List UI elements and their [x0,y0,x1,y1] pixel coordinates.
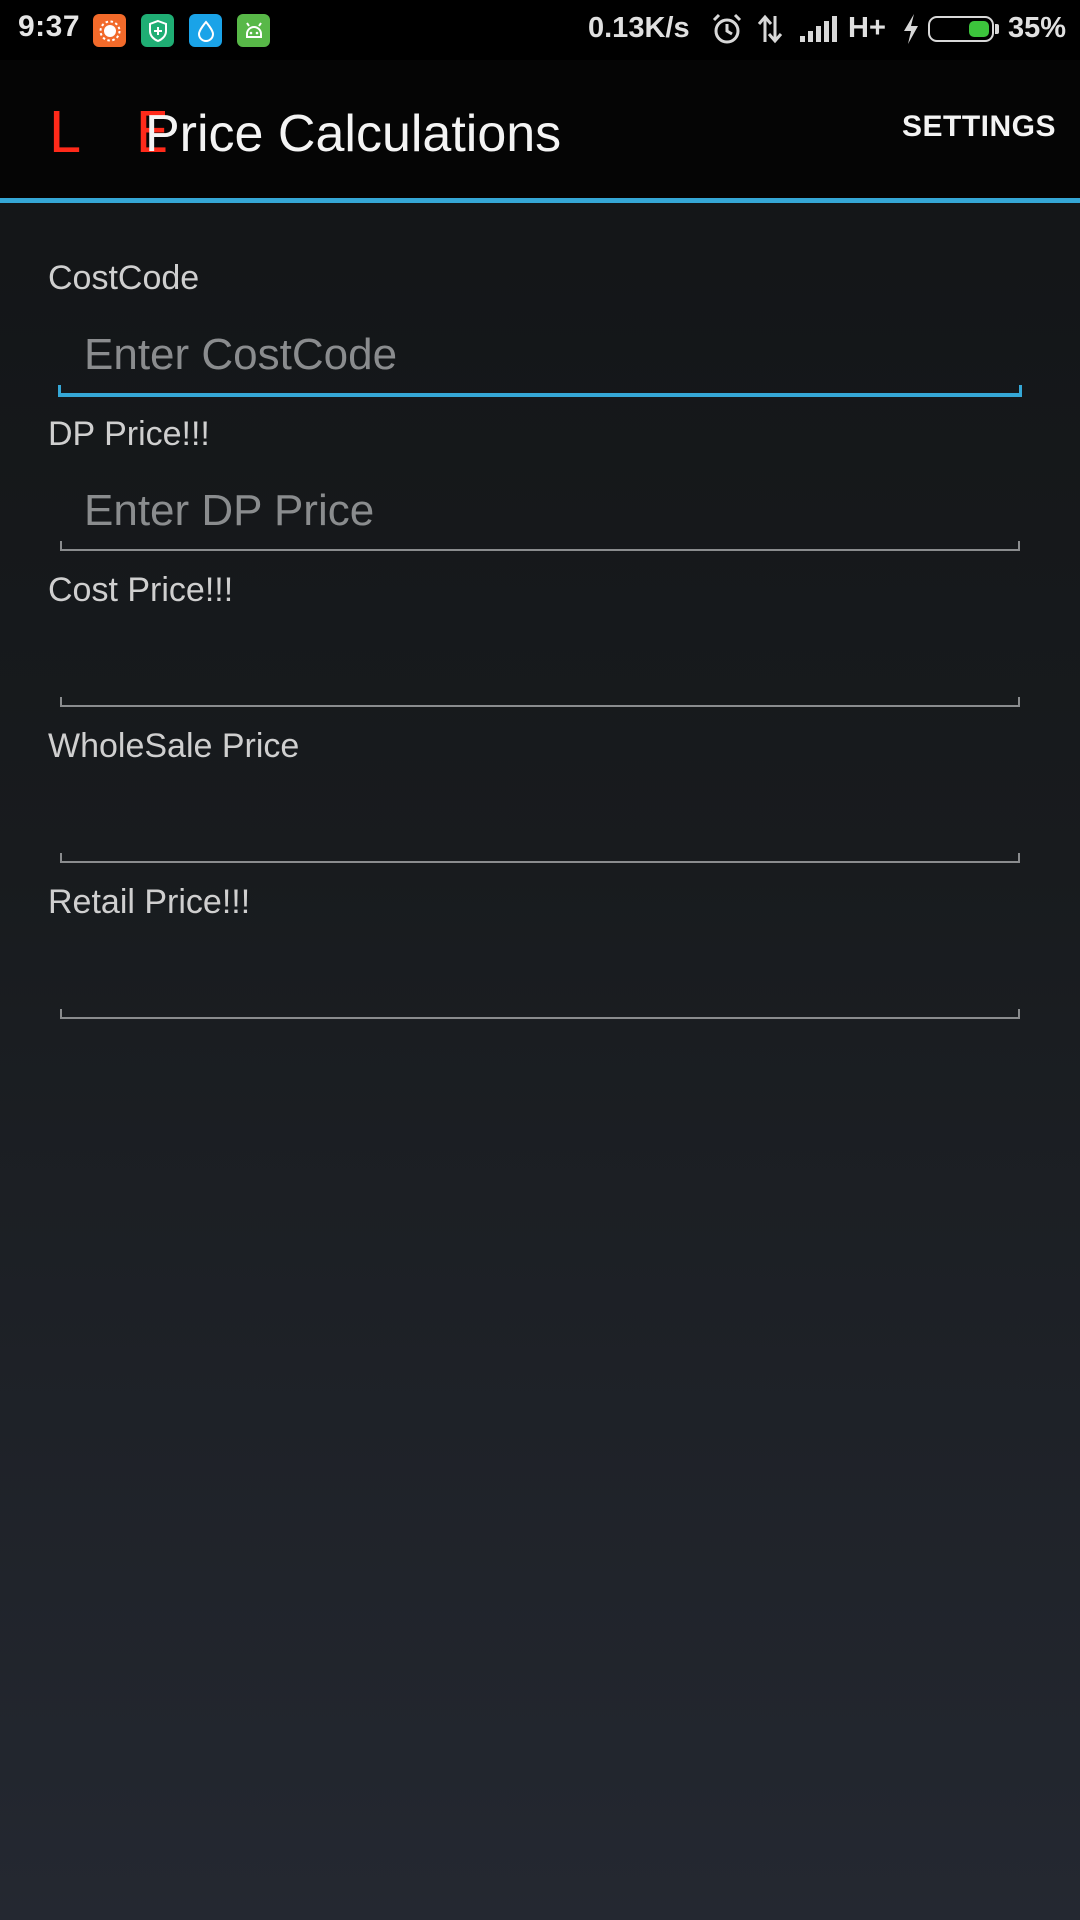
network-speed: 0.13K/s [588,12,690,44]
battery-percent: 35% [1008,12,1067,44]
app-title: Price Calculations [145,105,562,163]
settings-button[interactable]: SETTINGS [902,110,1056,144]
cost-price-input[interactable] [60,632,1020,702]
costcode-label: CostCode [48,259,200,297]
water-drop-icon [189,14,222,47]
battery-level [969,21,989,37]
wholesale-price-underline [60,853,1020,863]
weather-sun-icon [93,14,126,47]
battery-tip [995,24,999,34]
alarm-clock-icon [710,12,744,51]
network-type: H+ [848,12,886,44]
cost-price-underline [60,697,1020,707]
android-icon [237,14,270,47]
retail-price-label: Retail Price!!! [48,883,251,921]
wholesale-price-label: WholeSale Price [48,727,300,765]
retail-price-underline [60,1009,1020,1019]
costcode-underline [58,385,1022,397]
status-time: 9:37 [18,10,81,43]
wholesale-price-input[interactable] [60,788,1020,858]
dp-price-input[interactable] [60,476,1020,546]
data-transfer-icon [756,12,784,51]
battery-icon [928,16,994,42]
shield-plus-icon [141,14,174,47]
status-bar: 9:37 0.13K/s H+ 35% [0,0,1080,60]
cost-price-label: Cost Price!!! [48,571,234,609]
retail-price-input[interactable] [60,944,1020,1014]
dp-price-underline [60,541,1020,551]
costcode-input[interactable] [60,320,1020,390]
dp-price-label: DP Price!!! [48,415,210,453]
action-bar-divider [0,198,1080,203]
signal-strength-icon [798,12,838,51]
charging-bolt-icon [900,12,922,51]
